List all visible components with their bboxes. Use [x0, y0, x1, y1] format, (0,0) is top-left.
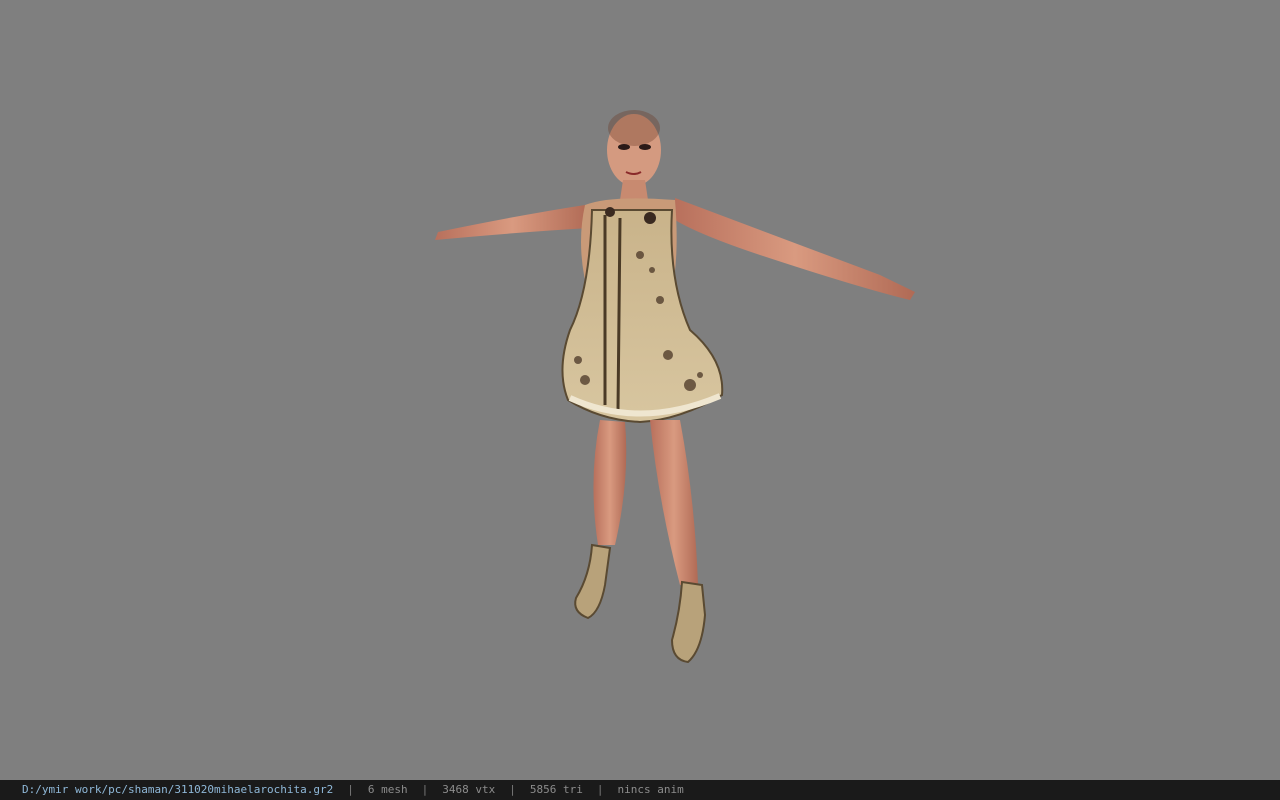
- right-shoe: [670, 580, 707, 664]
- file-path: D:/ymir work/pc/shaman/311020mihaelaroch…: [22, 783, 334, 796]
- separator: |: [509, 783, 516, 796]
- character-model: [435, 110, 915, 664]
- right-arm: [675, 198, 915, 300]
- separator: |: [347, 783, 354, 796]
- triangle-count: 5856 tri: [529, 783, 583, 796]
- left-shoe: [574, 543, 612, 620]
- separator: |: [596, 783, 604, 796]
- vertex-count: 3468 vtx: [442, 783, 496, 796]
- mesh-count: 6 mesh: [367, 783, 408, 796]
- right-leg: [650, 420, 698, 585]
- separator: |: [421, 783, 429, 796]
- animation-status: nincs anim: [617, 783, 684, 796]
- status-bar: D:/ymir work/pc/shaman/311020mihaelaroch…: [0, 780, 1280, 800]
- 3d-viewport[interactable]: [0, 0, 1280, 780]
- left-arm: [435, 205, 590, 240]
- left-leg: [593, 420, 627, 545]
